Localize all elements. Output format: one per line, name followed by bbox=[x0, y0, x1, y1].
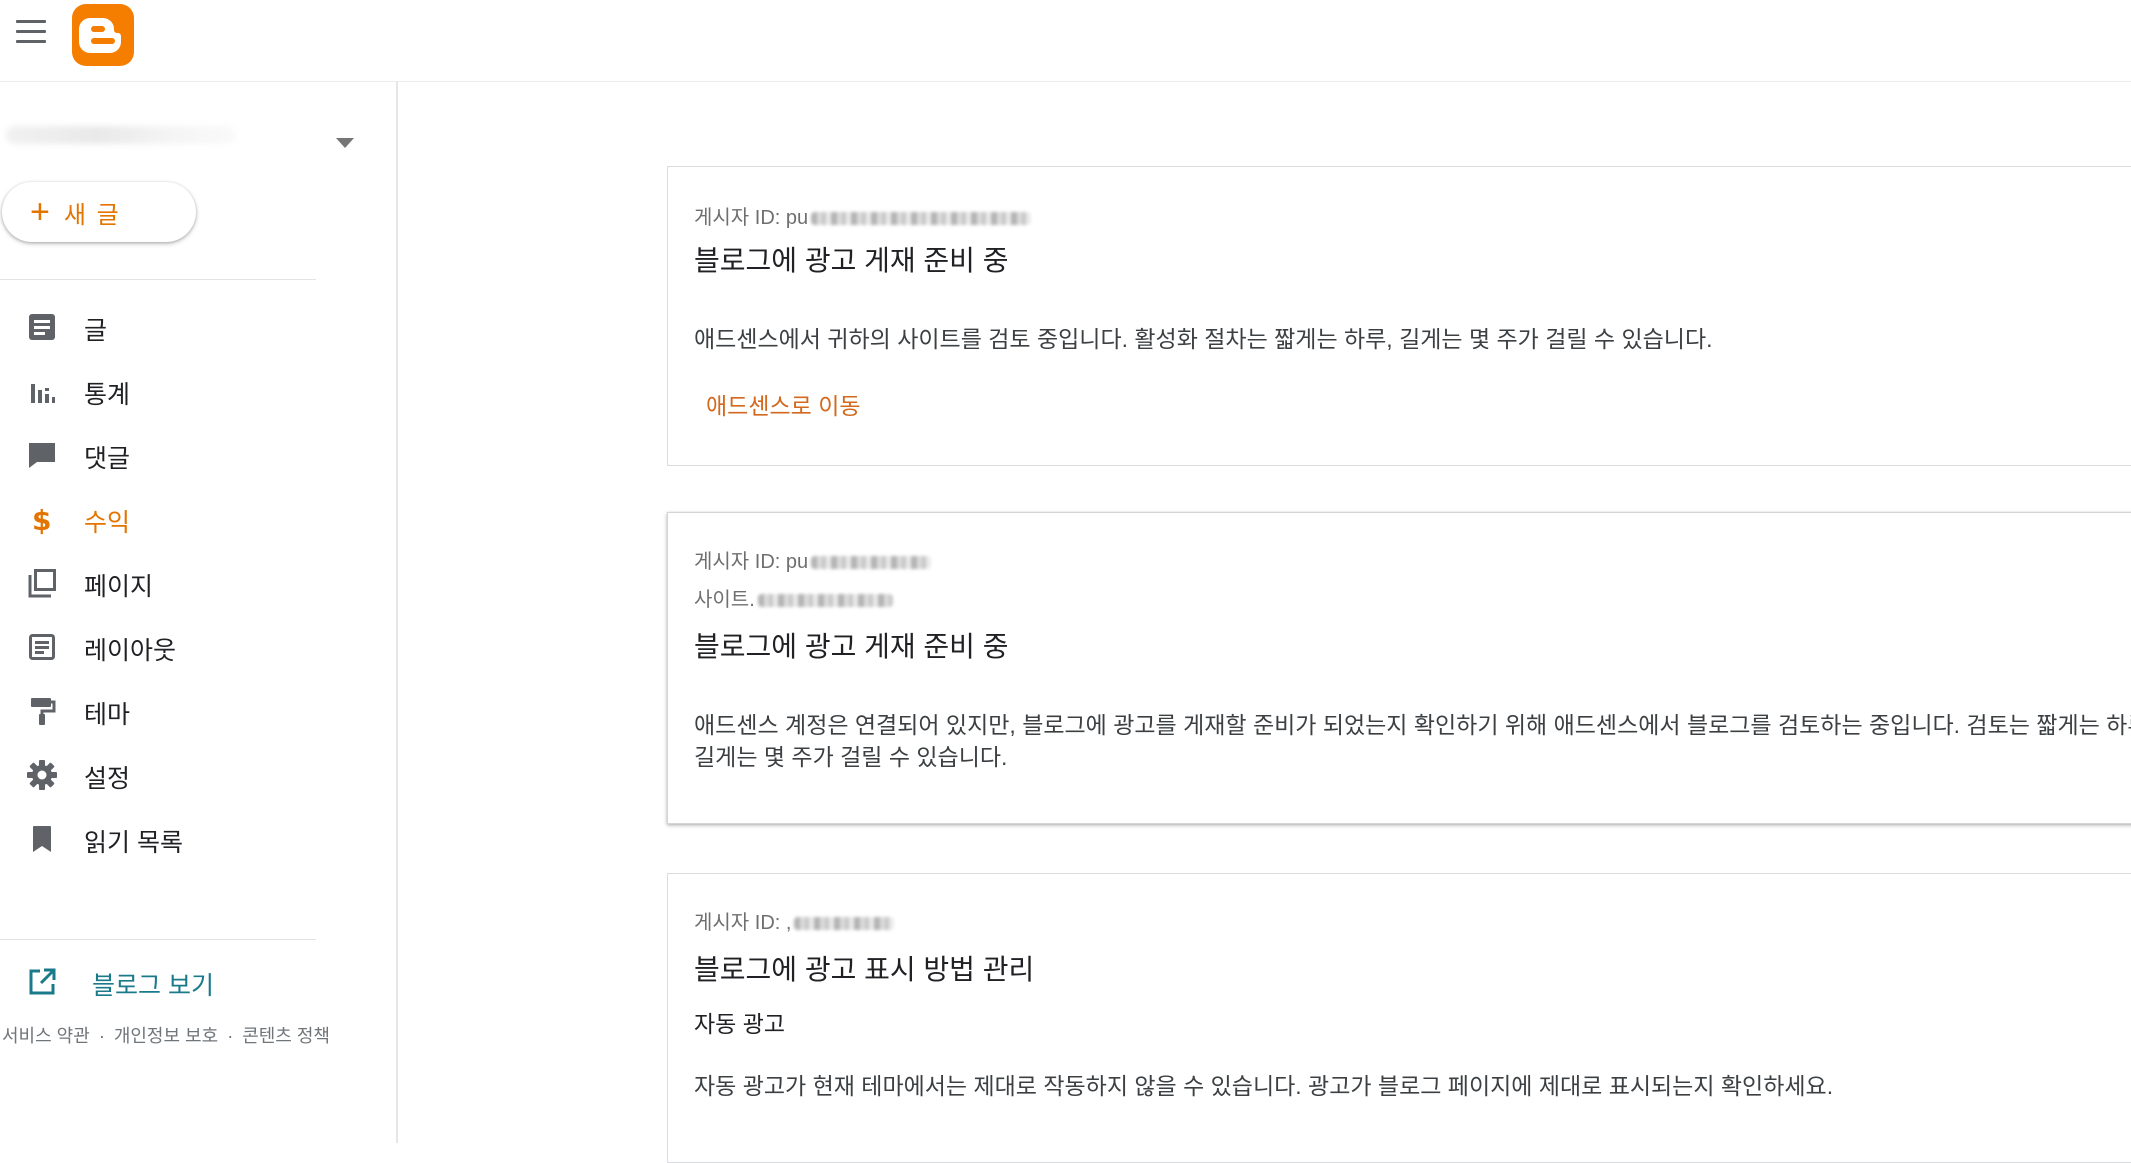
publisher-id-label: 게시자 ID: pu bbox=[694, 551, 809, 573]
plus-icon: + bbox=[30, 193, 50, 231]
content-policy-link[interactable]: 콘텐츠 정책 bbox=[242, 1026, 330, 1046]
sidebar-item-earnings[interactable]: $ 수익 bbox=[0, 485, 316, 549]
sidebar-item-pages[interactable]: 페이지 bbox=[0, 549, 316, 613]
card-body: 애드센스에서 귀하의 사이트를 검토 중입니다. 활성화 절차는 짧게는 하루,… bbox=[694, 326, 1713, 352]
view-blog-link[interactable]: 블로그 보기 bbox=[0, 948, 316, 1012]
sidebar-item-label: 페이지 bbox=[84, 573, 154, 601]
sidebar-item-label: 글 bbox=[84, 317, 108, 345]
stats-icon bbox=[26, 375, 58, 407]
redacted-value bbox=[757, 594, 893, 608]
footer-separator: · bbox=[98, 1026, 105, 1046]
redacted-value bbox=[811, 556, 932, 570]
footer-separator: · bbox=[227, 1026, 234, 1046]
card-title: 블로그에 광고 게재 준비 중 bbox=[694, 245, 1009, 276]
new-post-button[interactable]: + 새 글 bbox=[2, 182, 196, 242]
ad-display-card: 게시자 ID: , 블로그에 광고 표시 방법 관리 자동 광고 자동 광고가 … bbox=[667, 873, 2131, 1163]
sidebar-item-label: 테마 bbox=[84, 701, 131, 729]
site-id: 사이트. bbox=[694, 583, 893, 612]
sidebar-item-label: 댓글 bbox=[84, 445, 131, 473]
hamburger-menu-icon[interactable] bbox=[16, 20, 46, 44]
publisher-id: 게시자 ID: pu bbox=[694, 545, 932, 574]
adsense-status-card: 게시자 ID: pu 블로그에 광고 게재 준비 중 애드센스에서 귀하의 사이… bbox=[667, 166, 2131, 466]
sidebar-item-posts[interactable]: 글 bbox=[0, 293, 316, 357]
sidebar-item-label: 레이아웃 bbox=[84, 637, 177, 665]
new-post-label: 새 글 bbox=[63, 201, 121, 229]
sidebar-item-reading-list[interactable]: 읽기 목록 bbox=[0, 805, 316, 869]
publisher-id-label: 게시자 ID: , bbox=[694, 912, 792, 934]
view-blog-label: 블로그 보기 bbox=[92, 972, 214, 1000]
main-content: 게시자 ID: pu 블로그에 광고 게재 준비 중 애드센스에서 귀하의 사이… bbox=[400, 82, 2131, 1163]
adsense-review-card: 게시자 ID: pu 사이트. 블로그에 광고 게재 준비 중 애드센스 계정은… bbox=[667, 512, 2131, 824]
layout-icon bbox=[26, 631, 58, 663]
divider bbox=[0, 939, 316, 940]
card-body: 애드센스 계정은 연결되어 있지만, 블로그에 광고를 게재할 준비가 되었는지… bbox=[694, 712, 2131, 770]
sidebar-item-settings[interactable]: 설정 bbox=[0, 741, 316, 805]
sidebar-item-label: 읽기 목록 bbox=[84, 829, 183, 857]
sidebar-item-layout[interactable]: 레이아웃 bbox=[0, 613, 316, 677]
blog-selector-dropdown[interactable] bbox=[0, 98, 370, 168]
sidebar-item-label: 수익 bbox=[84, 509, 131, 537]
card-body: 자동 광고가 현재 테마에서는 제대로 작동하지 않을 수 있습니다. 광고가 … bbox=[694, 1073, 1834, 1099]
dollar-icon: $ bbox=[26, 503, 58, 537]
publisher-id: 게시자 ID: , bbox=[694, 906, 895, 935]
sidebar-item-label: 통계 bbox=[84, 381, 131, 409]
theme-paint-roller-icon bbox=[26, 695, 58, 727]
publisher-id: 게시자 ID: pu bbox=[694, 201, 1032, 230]
redacted-value bbox=[811, 212, 1032, 226]
divider bbox=[0, 279, 316, 280]
auto-ads-heading: 자동 광고 bbox=[694, 1011, 786, 1037]
footer-links: 서비스 약관 · 개인정보 보호 · 콘텐츠 정책 bbox=[2, 1022, 330, 1048]
gear-icon bbox=[26, 759, 58, 791]
card-title: 블로그에 광고 표시 방법 관리 bbox=[694, 954, 1035, 985]
privacy-link[interactable]: 개인정보 보호 bbox=[114, 1026, 218, 1046]
comment-icon bbox=[26, 439, 58, 471]
bookmark-icon bbox=[26, 823, 58, 855]
sidebar-item-theme[interactable]: 테마 bbox=[0, 677, 316, 741]
sidebar-item-stats[interactable]: 통계 bbox=[0, 357, 316, 421]
blog-name bbox=[6, 126, 236, 144]
caret-down-icon bbox=[336, 138, 354, 148]
site-label: 사이트. bbox=[694, 589, 755, 611]
sidebar: + 새 글 글 통계 댓글 $ 수익 페이지 레이아웃 테마 설정 읽기 목록 … bbox=[0, 82, 398, 1143]
publisher-id-label: 게시자 ID: pu bbox=[694, 207, 809, 229]
blogger-logo-icon[interactable] bbox=[72, 4, 134, 66]
go-to-adsense-link[interactable]: 애드센스로 이동 bbox=[706, 387, 861, 421]
terms-link[interactable]: 서비스 약관 bbox=[2, 1026, 90, 1046]
sidebar-item-label: 설정 bbox=[84, 765, 131, 793]
sidebar-item-comments[interactable]: 댓글 bbox=[0, 421, 316, 485]
svg-text:$: $ bbox=[32, 504, 51, 535]
card-title: 블로그에 광고 게재 준비 중 bbox=[694, 631, 1009, 662]
redacted-value bbox=[794, 917, 895, 931]
top-app-bar bbox=[0, 0, 2131, 82]
posts-icon bbox=[26, 311, 58, 343]
open-in-new-icon bbox=[26, 966, 58, 998]
pages-icon bbox=[26, 567, 58, 599]
